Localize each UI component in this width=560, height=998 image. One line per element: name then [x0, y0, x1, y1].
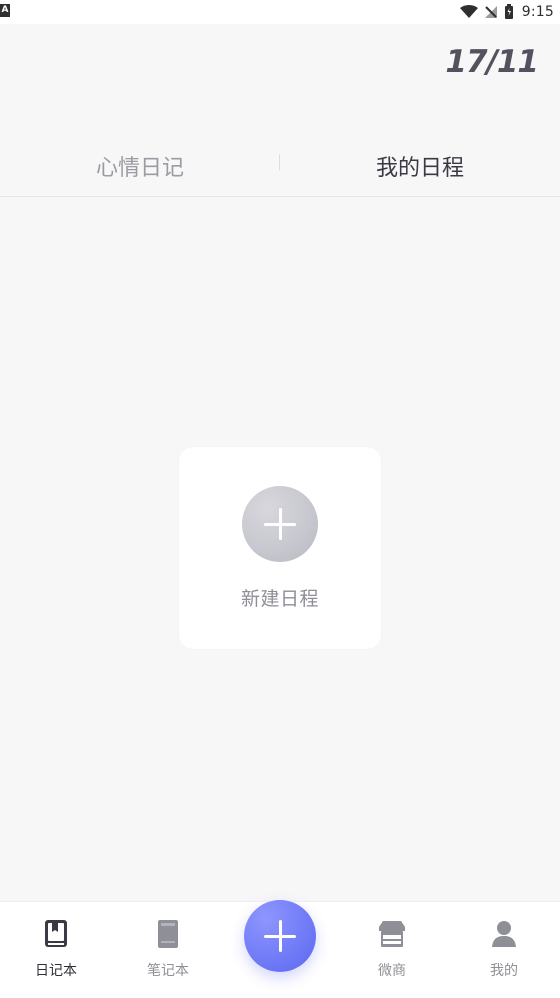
store-icon	[375, 917, 409, 951]
diary-book-icon	[39, 917, 73, 951]
status-bar: A 9:15	[0, 0, 560, 24]
nav-label-diary: 日记本	[35, 963, 77, 979]
schedule-content: 新建日程	[0, 197, 560, 901]
nav-label-notebook: 笔记本	[147, 963, 189, 979]
user-icon	[487, 917, 521, 951]
nav-label-mine: 我的	[490, 963, 518, 979]
notebook-icon	[151, 917, 185, 951]
tab-divider	[279, 154, 280, 170]
nav-label-store: 微商	[378, 963, 406, 979]
battery-icon	[504, 4, 514, 20]
status-badge: A	[0, 4, 10, 17]
header-area: 17/11 心情日记 我的日程	[0, 24, 560, 196]
schedule-tabs: 心情日记 我的日程	[0, 138, 560, 194]
nav-item-notebook[interactable]: 笔记本	[112, 902, 224, 998]
tab-mood-diary-label: 心情日记	[95, 156, 184, 181]
date-label: 17/11	[445, 44, 539, 80]
new-schedule-card[interactable]: 新建日程	[179, 447, 381, 649]
nav-item-mine[interactable]: 我的	[448, 902, 560, 998]
new-schedule-label: 新建日程	[240, 588, 319, 610]
nav-item-diary[interactable]: 日记本	[0, 902, 112, 998]
tab-mood-diary[interactable]: 心情日记	[0, 138, 280, 194]
wifi-icon	[459, 5, 478, 19]
signal-off-icon	[484, 5, 498, 19]
tab-my-schedule[interactable]: 我的日程	[280, 138, 560, 194]
nav-item-store[interactable]: 微商	[336, 902, 448, 998]
add-button[interactable]	[244, 900, 316, 972]
app-screen: A 9:15 17/11 心情日记 我的日程 新建日程 日记本 笔记本 微商 我…	[0, 0, 560, 998]
plus-icon	[242, 486, 318, 562]
status-time: 9:15	[521, 4, 554, 20]
tab-my-schedule-label: 我的日程	[375, 156, 464, 181]
status-icons: 9:15	[459, 3, 554, 21]
